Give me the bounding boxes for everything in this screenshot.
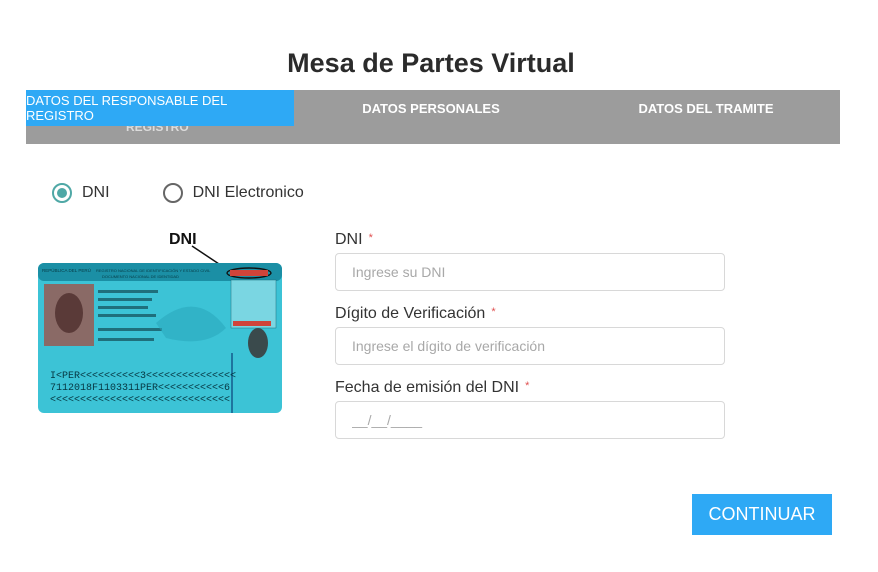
dni-input[interactable] xyxy=(335,253,725,291)
mrz-line-3: <<<<<<<<<<<<<<<<<<<<<<<<<<<<<< xyxy=(50,395,230,406)
issue-date-label: Fecha de emisión del DNI * xyxy=(335,378,725,398)
dni-required-mark: * xyxy=(368,232,373,244)
issue-date-required-mark: * xyxy=(525,380,530,392)
card-ghost-photo xyxy=(248,328,268,358)
radio-checked-icon[interactable] xyxy=(52,183,72,203)
radio-dni[interactable]: DNI xyxy=(52,183,110,203)
verification-digit-label-text: Dígito de Verificación xyxy=(335,305,486,322)
doc-type-radio-group: DNI DNI Electronico xyxy=(52,183,304,203)
dni-card-illustration: DNI REPÚBLICA DEL PERÚ REGISTRO NACIONAL… xyxy=(38,231,282,413)
card-document-text: DOCUMENTO NACIONAL DE IDENTIDAD xyxy=(102,274,179,279)
mrz-line-1: I<PER<<<<<<<<<<3<<<<<<<<<<<<<<< xyxy=(50,371,236,382)
dni-label-text: DNI xyxy=(335,231,363,248)
card-registry-text: REGISTRO NACIONAL DE IDENTIFICACIÓN Y ES… xyxy=(96,268,211,273)
radio-dni-label: DNI xyxy=(82,184,110,201)
verification-digit-required-mark: * xyxy=(491,306,496,318)
card-name-lines-5 xyxy=(98,328,162,331)
card-name-lines-4 xyxy=(98,314,156,317)
tab-datos-personales[interactable]: DATOS PERSONALES xyxy=(316,90,546,126)
card-name-lines-2 xyxy=(98,298,152,301)
radio-dni-electronico[interactable]: DNI Electronico xyxy=(162,183,304,203)
issue-date-input[interactable] xyxy=(335,401,725,439)
card-expiry-field xyxy=(233,321,271,326)
photo-face xyxy=(55,293,83,333)
verification-digit-input[interactable] xyxy=(335,327,725,365)
verification-digit-label: Dígito de Verificación * xyxy=(335,304,725,324)
tab-datos-tramite[interactable]: DATOS DEL TRAMITE xyxy=(586,90,826,126)
card-dates-box xyxy=(230,279,277,329)
card-name-lines xyxy=(98,290,158,293)
radio-dot xyxy=(57,188,67,198)
radio-unchecked-icon[interactable] xyxy=(162,183,183,203)
dni-form: DNI * Dígito de Verificación * Fecha de … xyxy=(335,230,725,439)
dni-field-label: DNI * xyxy=(335,230,725,250)
card-country-text: REPÚBLICA DEL PERÚ xyxy=(42,267,91,273)
dni-number-field xyxy=(230,270,268,276)
radio-dni-electronico-label: DNI Electronico xyxy=(192,184,304,201)
continue-button[interactable]: CONTINUAR xyxy=(692,494,832,535)
card-name-lines-3 xyxy=(98,306,148,309)
mrz-line-2: 7112018F1103311PER<<<<<<<<<<<6 xyxy=(50,383,230,394)
page-title: Mesa de Partes Virtual xyxy=(287,48,575,78)
step-tabs: REGISTRO DATOS DEL RESPONSABLE DEL REGIS… xyxy=(26,90,840,144)
tab-responsable[interactable]: DATOS DEL RESPONSABLE DEL REGISTRO xyxy=(26,90,294,126)
card-name-lines-6 xyxy=(98,338,154,341)
issue-date-label-text: Fecha de emisión del DNI xyxy=(335,379,520,396)
